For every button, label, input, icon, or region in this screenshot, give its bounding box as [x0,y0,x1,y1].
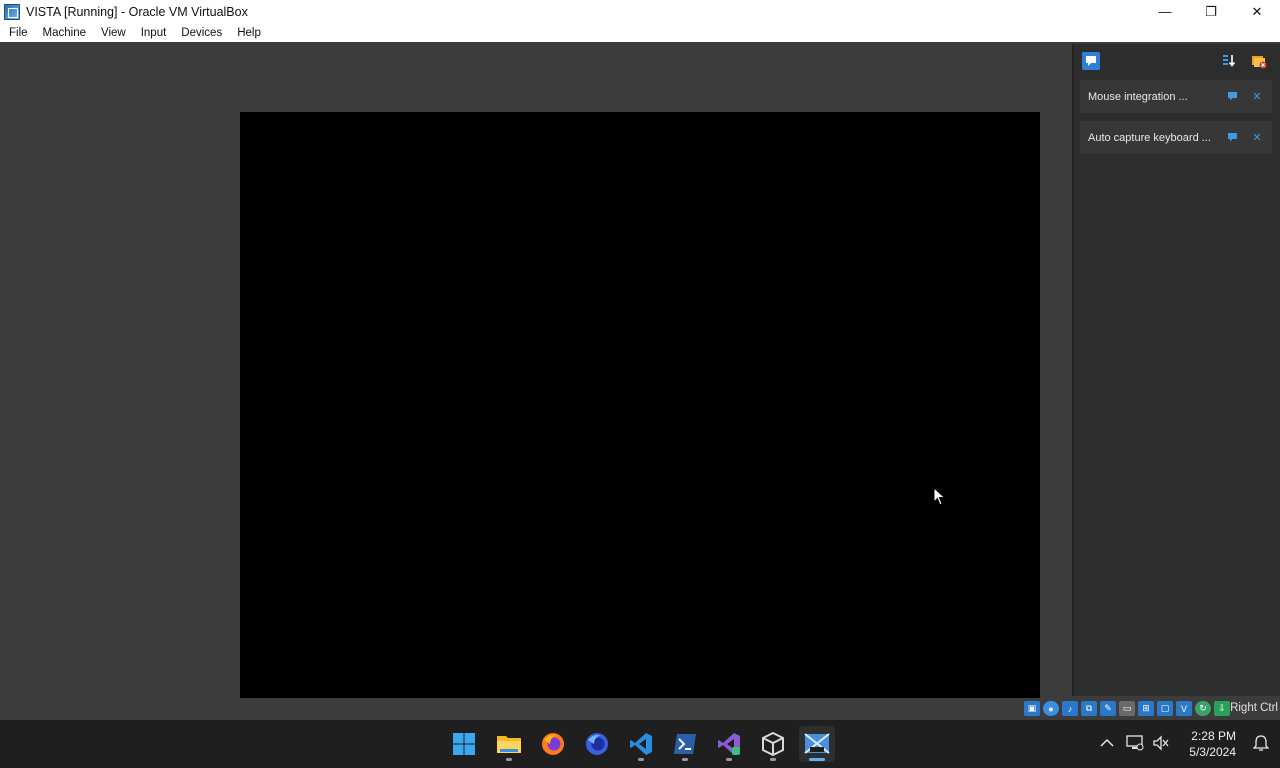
menu-machine[interactable]: Machine [34,27,92,39]
show-hidden-icons-chevron-icon[interactable] [1098,734,1116,752]
notification-info-icon[interactable] [1226,130,1240,144]
visual-studio-icon[interactable] [711,726,747,762]
mouse-pointer-icon [933,487,946,506]
taskbar-clock[interactable]: 2:28 PM 5/3/2024 [1189,728,1236,760]
window-title: VISTA [Running] - Oracle VM VirtualBox [26,4,248,19]
menu-bar: File Machine View Input Devices Help [0,23,1280,42]
running-indicator [770,758,776,761]
status-indicators: ▣ ● ♪ ⧉ ✎ ▭ ⊞ ▢ V ↻ ⇩ [1024,701,1230,716]
vm-display-area [0,42,1070,712]
clock-time: 2:28 PM [1191,729,1236,743]
virtualbox-vm-icon [4,3,20,20]
mouse-integration-icon[interactable]: ↻ [1195,701,1211,716]
usb-icon[interactable]: ✎ [1100,701,1116,716]
keyboard-capture-icon[interactable]: ⇩ [1214,701,1230,716]
clock-date: 5/3/2024 [1189,745,1236,759]
menu-input[interactable]: Input [132,27,173,39]
sort-icon[interactable] [1220,52,1238,70]
system-tray: 2:28 PM 5/3/2024 [1080,720,1280,768]
shared-folders-icon[interactable]: ▭ [1119,701,1135,716]
network-icon[interactable]: ⧉ [1081,701,1097,716]
display-icon[interactable]: ⊞ [1138,701,1154,716]
running-indicator [809,758,825,761]
notification-toolbar [1074,44,1280,76]
close-button[interactable]: ✕ [1234,0,1280,23]
hard-disk-icon[interactable]: ▣ [1024,701,1040,716]
powershell-icon[interactable] [667,726,703,762]
audio-icon[interactable]: ♪ [1062,701,1078,716]
clear-all-icon[interactable] [1250,52,1268,70]
menu-file[interactable]: File [0,27,34,39]
notification-close-icon[interactable]: ✕ [1250,89,1264,103]
menu-view[interactable]: View [92,27,132,39]
running-indicator [682,758,688,761]
windows-start-icon[interactable] [446,726,482,762]
notification-center: Mouse integration ... ✕ Auto capture key… [1072,44,1280,696]
host-key-label: Right Ctrl [1230,702,1278,714]
notification-mouse-integration[interactable]: Mouse integration ... ✕ [1080,80,1272,113]
network-status-icon[interactable] [1126,734,1144,752]
vscode-icon[interactable] [623,726,659,762]
running-indicator [506,758,512,761]
optical-drive-icon[interactable]: ● [1043,701,1059,716]
notification-auto-capture-keyboard[interactable]: Auto capture keyboard ... ✕ [1080,121,1272,154]
video-capture-icon[interactable]: ▢ [1157,701,1173,716]
minimize-button[interactable]: — [1142,0,1188,23]
file-explorer-icon[interactable] [491,726,527,762]
running-indicator [638,758,644,761]
volume-muted-icon[interactable] [1152,734,1170,752]
vm-status-bar: ▣ ● ♪ ⧉ ✎ ▭ ⊞ ▢ V ↻ ⇩ Right Ctrl [0,698,1280,720]
restore-button[interactable]: ❐ [1188,0,1234,23]
vista-vm-icon[interactable] [799,726,835,762]
menu-devices[interactable]: Devices [172,27,228,39]
notification-text: Mouse integration ... [1088,90,1188,103]
notification-center-icon[interactable] [1082,52,1100,70]
virtualbox-icon[interactable] [755,726,791,762]
notification-close-icon[interactable]: ✕ [1250,130,1264,144]
cpu-icon[interactable]: V [1176,701,1192,716]
windows-taskbar: 2:28 PM 5/3/2024 [0,720,1280,768]
firefox-dev-icon[interactable] [579,726,615,762]
firefox-icon[interactable] [535,726,571,762]
guest-screen[interactable] [240,112,1040,712]
window-controls: — ❐ ✕ [1142,0,1280,23]
notification-info-icon[interactable] [1226,89,1240,103]
running-indicator [726,758,732,761]
menu-help[interactable]: Help [228,27,267,39]
window-title-bar: VISTA [Running] - Oracle VM VirtualBox —… [0,0,1280,23]
notification-text: Auto capture keyboard ... [1088,131,1211,144]
notification-bell-icon[interactable] [1252,734,1270,752]
